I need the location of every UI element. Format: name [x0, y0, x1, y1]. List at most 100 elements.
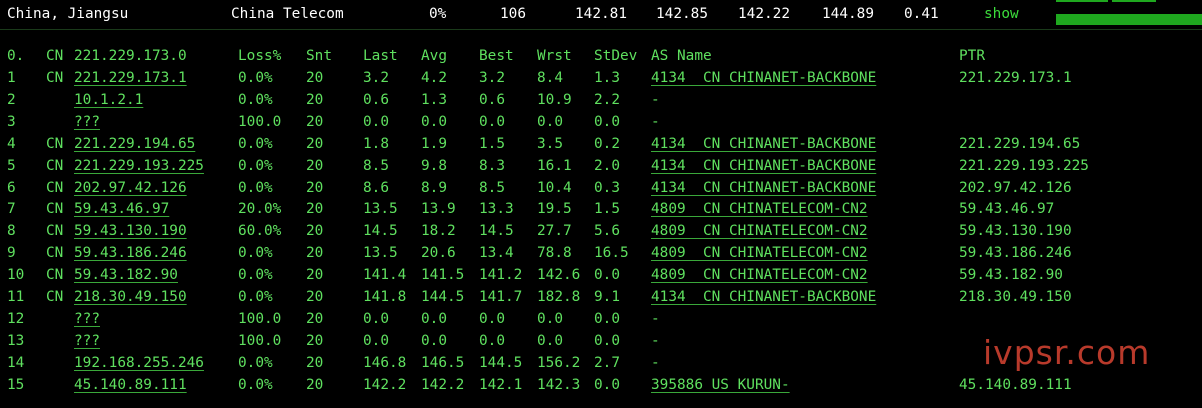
cell-cc: CN: [46, 289, 64, 305]
cell-avg: 141.5: [421, 267, 465, 284]
cell-best: 3.2: [479, 70, 505, 86]
cell-idx: 7: [7, 201, 16, 218]
cell-as[interactable]: 4809 CN CHINATELECOM-CN2: [651, 201, 868, 217]
cell-ptr: 221.229.194.65: [959, 135, 1081, 152]
latency-bar: [1056, 0, 1202, 29]
cell-ptr: 45.140.89.111: [959, 376, 1072, 393]
latency-bar-segment: [1056, 0, 1108, 2]
cell-host[interactable]: 45.140.89.111: [74, 377, 187, 393]
cell-host[interactable]: 10.1.2.1: [74, 92, 143, 108]
cell-as[interactable]: 4134 CN CHINANET-BACKBONE: [651, 70, 876, 86]
cell-cc: CN: [46, 70, 64, 86]
summary-worst: 144.89: [822, 6, 874, 22]
table-row: 12??? 100.0 20 0.0 0.0 0.0 0.0 0.0 -: [0, 311, 1202, 333]
cell-idx: 5: [7, 157, 16, 174]
cell-wrst: 0.0: [537, 332, 563, 349]
cell-loss: 100.0: [238, 310, 282, 327]
latency-bar-fill: [1056, 14, 1202, 25]
cell-host[interactable]: 192.168.255.246: [74, 355, 204, 371]
watermark-logo: ivpsr.com: [983, 333, 1151, 372]
cell-as[interactable]: 395886 US KURUN-: [651, 377, 790, 393]
summary-last: 142.81: [575, 6, 627, 22]
cell-host[interactable]: 221.229.194.65: [74, 136, 195, 152]
cell-wrst: 3.5: [537, 135, 563, 152]
cell-wrst: 0.0: [537, 310, 563, 327]
cell-idx: 4: [7, 135, 16, 152]
cell-host[interactable]: 59.43.130.190: [74, 223, 187, 239]
cell-host[interactable]: ???: [74, 114, 100, 130]
cell-host[interactable]: 59.43.186.246: [74, 245, 187, 261]
cell-last: 1.8: [363, 135, 389, 152]
cell-host[interactable]: 59.43.182.90: [74, 267, 178, 283]
cell-best: 142.1: [479, 376, 523, 393]
cell-as[interactable]: 4134 CN CHINANET-BACKBONE: [651, 289, 876, 305]
header-last: Last: [363, 48, 398, 64]
show-link[interactable]: show: [984, 6, 1019, 22]
cell-ptr: 59.43.130.190: [959, 223, 1072, 240]
cell-as: -: [651, 113, 660, 130]
cell-idx: 9: [7, 245, 16, 262]
cell-loss: 0.0%: [238, 157, 273, 174]
cell-loss: 100.0: [238, 332, 282, 349]
table-row: 10 CN 59.43.182.90 0.0% 20 141.4 141.5 141.2 142…: [0, 267, 1202, 289]
cell-snt: 20: [306, 91, 324, 108]
cell-wrst: 19.5: [537, 201, 572, 218]
cell-avg: 9.8: [421, 157, 447, 174]
cell-cc: CN: [46, 245, 64, 262]
cell-last: 13.5: [363, 245, 398, 262]
cell-idx: 11: [7, 289, 25, 305]
cell-snt: 20: [306, 223, 324, 240]
cell-wrst: 142.3: [537, 376, 581, 393]
cell-best: 1.5: [479, 135, 505, 152]
header-as: AS Name: [651, 48, 712, 64]
cell-as[interactable]: 4134 CN CHINANET-BACKBONE: [651, 158, 876, 174]
cell-as[interactable]: 4134 CN CHINANET-BACKBONE: [651, 180, 876, 196]
cell-avg: 8.9: [421, 179, 447, 196]
summary-best: 142.22: [738, 6, 790, 22]
cell-snt: 20: [306, 376, 324, 393]
header-cc: CN: [46, 48, 64, 64]
cell-idx: 13: [7, 332, 25, 349]
cell-host[interactable]: ???: [74, 311, 100, 327]
cell-host[interactable]: 59.43.46.97: [74, 201, 169, 217]
cell-cc: CN: [46, 157, 64, 174]
cell-idx: 12: [7, 310, 25, 327]
divider: [0, 29, 1202, 30]
cell-last: 8.5: [363, 157, 389, 174]
cell-avg: 146.5: [421, 354, 465, 371]
cell-as[interactable]: 4134 CN CHINANET-BACKBONE: [651, 136, 876, 152]
table-row: 15 45.140.89.111 0.0% 20 142.2 142.2 142.1 142.…: [0, 377, 1202, 399]
cell-host[interactable]: 221.229.193.225: [74, 158, 204, 174]
cell-loss: 0.0%: [238, 245, 273, 262]
cell-best: 144.5: [479, 354, 523, 371]
cell-last: 146.8: [363, 354, 407, 371]
cell-best: 141.2: [479, 267, 523, 284]
cell-stdev: 1.3: [594, 70, 620, 86]
cell-wrst: 10.4: [537, 179, 572, 196]
cell-host[interactable]: 218.30.49.150: [74, 289, 187, 305]
cell-host[interactable]: 202.97.42.126: [74, 180, 187, 196]
cell-idx: 10: [7, 267, 25, 284]
cell-as: -: [651, 332, 660, 349]
cell-host[interactable]: 221.229.173.1: [74, 70, 187, 86]
cell-as[interactable]: 4809 CN CHINATELECOM-CN2: [651, 223, 868, 239]
cell-as[interactable]: 4809 CN CHINATELECOM-CN2: [651, 267, 868, 283]
cell-host[interactable]: ???: [74, 333, 100, 349]
cell-wrst: 10.9: [537, 91, 572, 108]
cell-avg: 0.0: [421, 310, 447, 327]
header-ptr: PTR: [959, 48, 985, 64]
cell-as[interactable]: 4809 CN CHINATELECOM-CN2: [651, 245, 868, 261]
cell-loss: 0.0%: [238, 376, 273, 393]
summary-sent: 106: [500, 6, 526, 22]
cell-cc: CN: [46, 179, 64, 196]
cell-snt: 20: [306, 289, 324, 305]
summary-stdev: 0.41: [904, 6, 939, 22]
cell-avg: 142.2: [421, 376, 465, 393]
cell-best: 0.6: [479, 91, 505, 108]
cell-cc: CN: [46, 201, 64, 218]
cell-snt: 20: [306, 157, 324, 174]
cell-snt: 20: [306, 113, 324, 130]
cell-loss: 0.0%: [238, 354, 273, 371]
cell-wrst: 27.7: [537, 223, 572, 240]
cell-avg: 13.9: [421, 201, 456, 218]
